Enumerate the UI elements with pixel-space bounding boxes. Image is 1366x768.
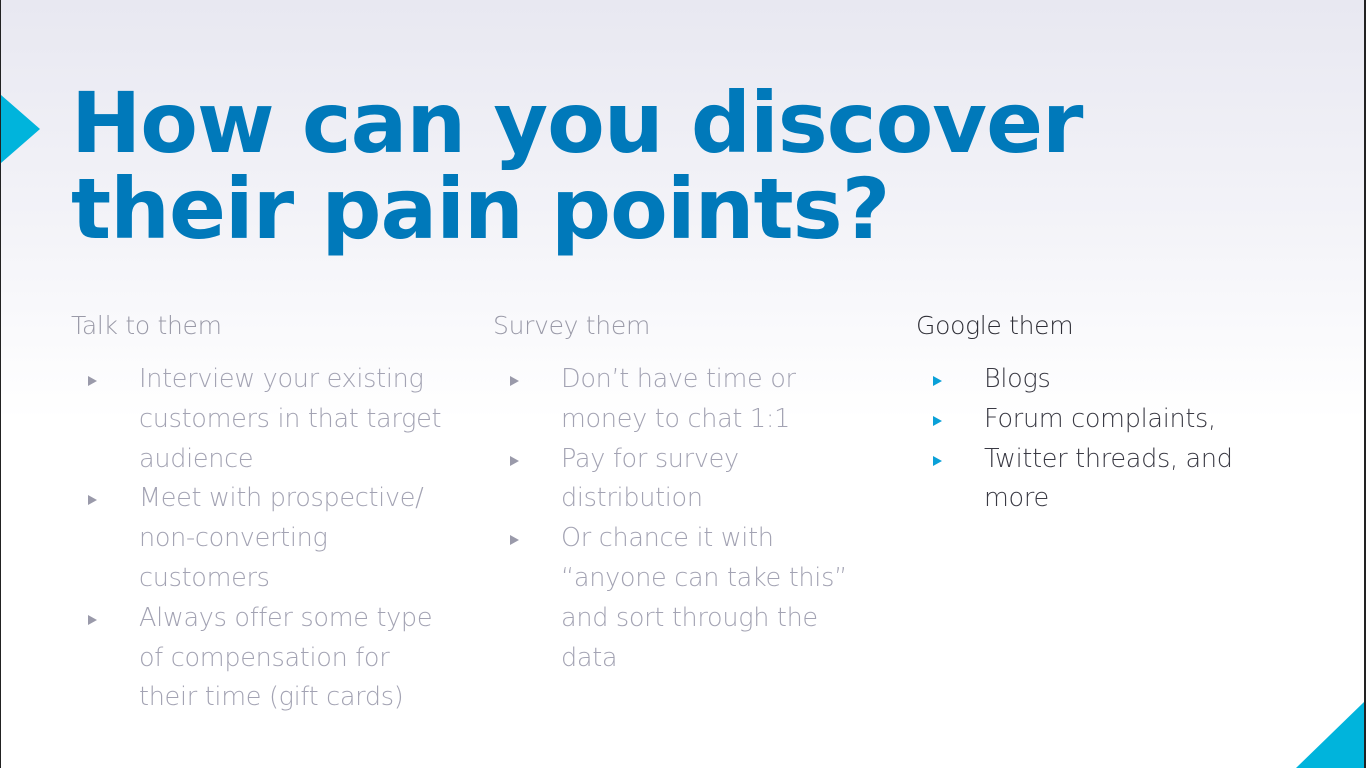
bullet-text: Pay for survey distribution	[561, 443, 739, 514]
slide-title: How can you discover their pain points?	[71, 74, 1083, 258]
triangle-bullet-icon	[510, 376, 519, 386]
bullet-list: Interview your existing customers in tha…	[71, 360, 451, 718]
bullet-text: Meet with prospective/ non-converting cu…	[139, 483, 424, 593]
accent-triangle-corner-icon	[1296, 702, 1364, 768]
bullet-item: Or chance it with “anyone can take this”…	[493, 519, 873, 678]
triangle-bullet-icon	[510, 455, 519, 466]
column-google-them: Google them Blogs Forum complaints, Twit…	[916, 308, 1296, 519]
slide: How can you discover their pain points? …	[1, 0, 1364, 768]
bullet-item: Don’t have time or money to chat 1:1	[493, 360, 873, 440]
bullet-list: Blogs Forum complaints, Twitter threads,…	[916, 360, 1296, 519]
column-heading: Survey them	[493, 311, 650, 340]
column-heading: Google them	[916, 311, 1074, 340]
title-line: their pain points?	[71, 160, 890, 258]
bullet-item: Blogs	[916, 360, 1296, 400]
column-heading: Talk to them	[71, 311, 222, 340]
bullet-item: Forum complaints,	[916, 400, 1296, 440]
triangle-bullet-icon	[933, 376, 942, 386]
title-line: How can you discover	[71, 74, 1083, 172]
triangle-bullet-icon	[933, 455, 942, 466]
bullet-text: Twitter threads, and more	[984, 443, 1233, 514]
column-survey-them: Survey them Don’t have time or money to …	[493, 308, 873, 678]
bullet-item: Always offer some type of compensation f…	[71, 599, 451, 718]
triangle-bullet-icon	[88, 614, 97, 625]
triangle-bullet-icon	[88, 376, 97, 386]
bullet-text: Blogs	[984, 364, 1051, 394]
triangle-bullet-icon	[88, 495, 97, 506]
column-talk-to-them: Talk to them Interview your existing cus…	[71, 308, 451, 718]
bullet-item: Twitter threads, and more	[916, 440, 1296, 520]
bullet-text: Forum complaints,	[984, 403, 1216, 434]
accent-triangle-left-icon	[1, 95, 40, 163]
bullet-item: Pay for survey distribution	[493, 440, 873, 520]
bullet-item: Meet with prospective/ non-converting cu…	[71, 479, 451, 598]
triangle-bullet-icon	[933, 415, 942, 426]
bullet-text: Or chance it with “anyone can take this”…	[561, 523, 847, 673]
bullet-text: Interview your existing customers in tha…	[139, 364, 442, 474]
bullet-text: Always offer some type of compensation f…	[139, 602, 433, 713]
bullet-text: Don’t have time or money to chat 1:1	[561, 364, 796, 434]
bullet-item: Interview your existing customers in tha…	[71, 360, 451, 479]
triangle-bullet-icon	[510, 535, 519, 546]
bullet-list: Don’t have time or money to chat 1:1 Pay…	[493, 360, 873, 678]
